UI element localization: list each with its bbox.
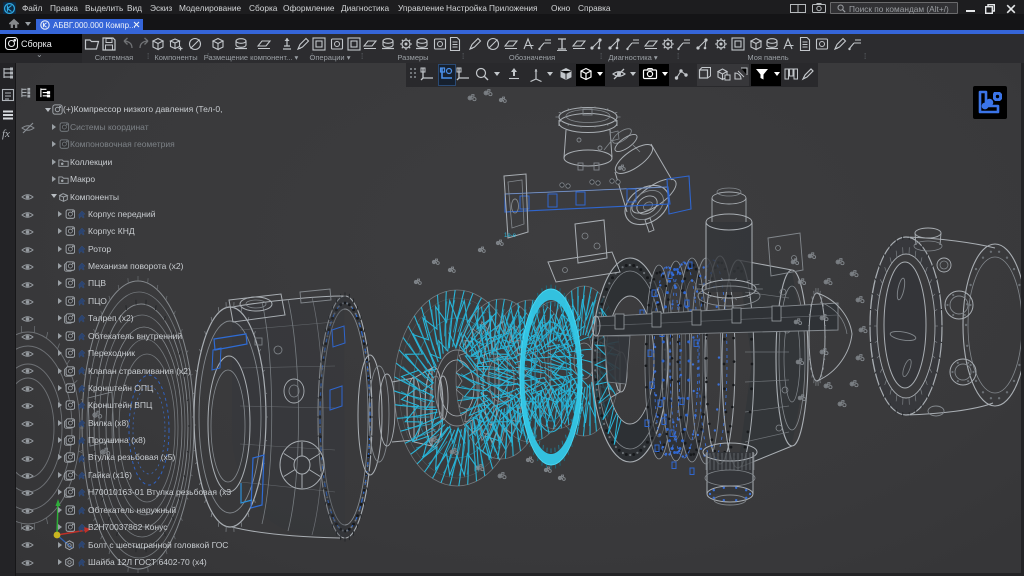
svg-text:1e-e: 1e-e — [504, 233, 517, 239]
svg-text:fx: fx — [2, 128, 10, 140]
